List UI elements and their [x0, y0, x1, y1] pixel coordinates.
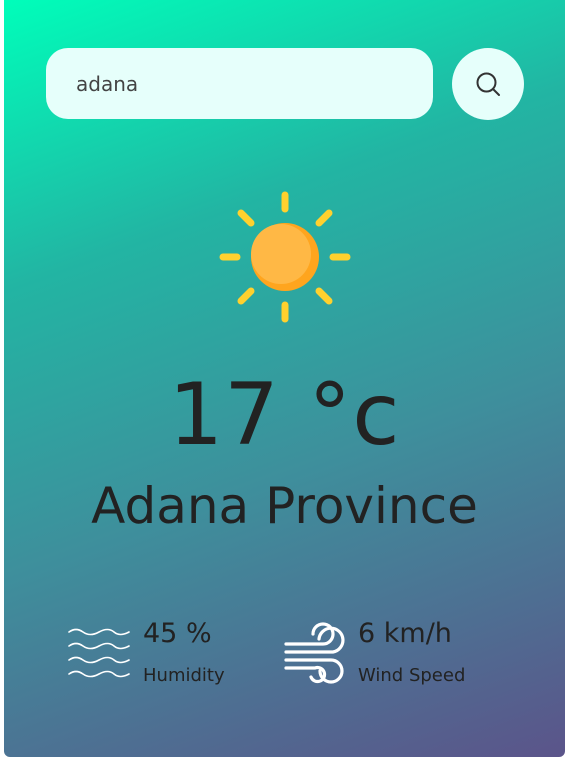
- city-search-input[interactable]: [46, 48, 433, 119]
- search-button[interactable]: [452, 48, 524, 120]
- temperature-value: 17 °c: [168, 365, 401, 465]
- humidity-value: 45 %: [143, 618, 212, 649]
- wind-speed-value: 6 km/h: [358, 618, 452, 649]
- humidity-detail: 45 % Humidity: [68, 612, 268, 692]
- city-name: Adana Province: [91, 477, 478, 535]
- weather-card: 17 °c Adana Province 45 % Humidity 6 km/…: [4, 0, 565, 757]
- humidity-label: Humidity: [143, 665, 225, 686]
- wind-speed-label: Wind Speed: [358, 665, 466, 686]
- wind-icon: [284, 622, 345, 684]
- wind-detail: 6 km/h Wind Speed: [283, 612, 513, 692]
- sun-icon: [219, 191, 351, 323]
- search-icon: [476, 72, 500, 96]
- humidity-waves-icon: [68, 628, 130, 678]
